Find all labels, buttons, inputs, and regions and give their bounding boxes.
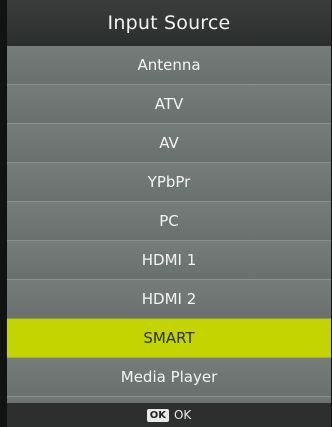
input-source-menu: Input Source Antenna ATV AV YPbPr PC HDM… (7, 0, 331, 427)
source-item-atv[interactable]: ATV (7, 85, 331, 124)
ok-key-icon: OK (146, 408, 169, 422)
menu-footer: OK OK (7, 403, 331, 427)
tv-screen: Input Source Antenna ATV AV YPbPr PC HDM… (0, 0, 332, 427)
source-item-hdmi-2[interactable]: HDMI 2 (7, 280, 331, 319)
source-item-media-player[interactable]: Media Player (7, 358, 331, 397)
source-item-av[interactable]: AV (7, 124, 331, 163)
source-list: Antenna ATV AV YPbPr PC HDMI 1 HDMI 2 SM… (7, 46, 331, 397)
menu-title: Input Source (7, 0, 331, 46)
source-item-smart[interactable]: SMART (7, 319, 331, 358)
source-item-hdmi-1[interactable]: HDMI 1 (7, 241, 331, 280)
source-item-pc[interactable]: PC (7, 202, 331, 241)
ok-hint-label: OK (173, 408, 192, 422)
source-item-antenna[interactable]: Antenna (7, 46, 331, 85)
source-item-ypbpr[interactable]: YPbPr (7, 163, 331, 202)
